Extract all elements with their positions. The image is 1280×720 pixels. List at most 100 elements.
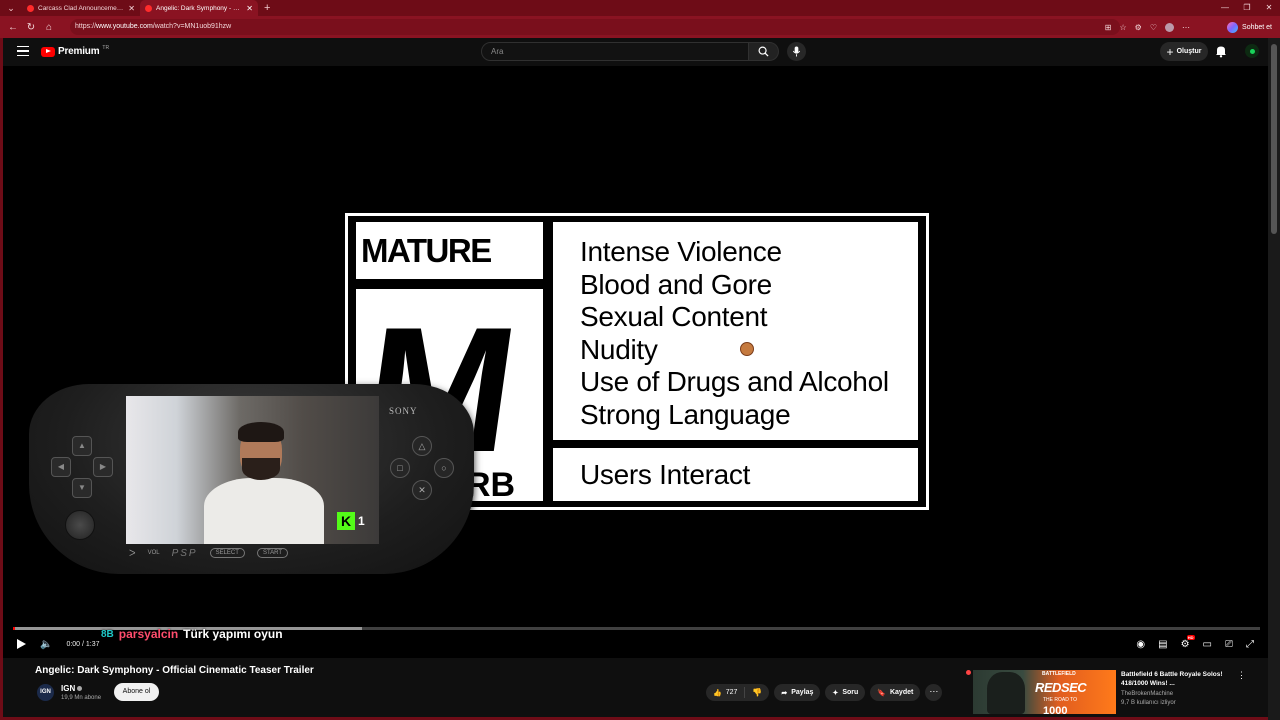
- youtube-premium-logo[interactable]: Premium TR: [41, 44, 110, 57]
- thumb-sub: THE ROAD TO: [1043, 697, 1077, 703]
- profile-avatar[interactable]: [1165, 22, 1174, 32]
- triangle-button-icon: △: [412, 436, 432, 456]
- minimize-icon[interactable]: —: [1214, 0, 1236, 16]
- url-path: /watch?v=MN1uob91hzw: [152, 23, 232, 30]
- recommended-channel[interactable]: TheBrokenMachine: [1121, 691, 1173, 697]
- home-icon[interactable]: ⌂: [40, 22, 58, 33]
- start-label: START: [256, 548, 289, 558]
- logo-label: Premium: [58, 46, 100, 57]
- save-button[interactable]: 🔖 Kaydet: [870, 684, 921, 701]
- streamer-shirt: [204, 478, 324, 544]
- logo-country: TR: [102, 44, 110, 51]
- search-button[interactable]: [749, 42, 779, 61]
- channel-avatar[interactable]: IGN: [37, 684, 54, 701]
- subscribe-button[interactable]: Abone ol: [114, 683, 159, 701]
- video-player[interactable]: MATURE 17+ M RB Intense Violence Blood a…: [3, 66, 1268, 658]
- dislike-button[interactable]: 👎: [745, 688, 769, 697]
- more-options-button[interactable]: ⋯: [925, 684, 943, 701]
- back-arrow-icon[interactable]: ←: [4, 22, 22, 33]
- more-menu-icon[interactable]: ⋯: [1182, 23, 1190, 32]
- chat-button[interactable]: Sohbet et: [1227, 20, 1272, 34]
- browser-tab-angelic[interactable]: Angelic: Dark Symphony - Official ✕: [140, 0, 258, 16]
- url-prefix: https://: [75, 23, 97, 30]
- menu-hamburger-icon[interactable]: [17, 46, 29, 56]
- scrollbar-thumb[interactable]: [1271, 44, 1277, 234]
- recommended-thumbnail[interactable]: BATTLEFIELD REDSEC THE ROAD TO 1000: [973, 670, 1116, 714]
- share-label: Paylaş: [791, 689, 814, 696]
- browser-toolbar: ← ↻ ⌂ https://www.youtube.com/watch?v=MN…: [0, 16, 1280, 38]
- kebab-menu-icon[interactable]: ⋮: [1237, 670, 1246, 681]
- thumb-num: 1000: [1043, 705, 1068, 714]
- volume-icon[interactable]: 🔈: [40, 639, 52, 650]
- chat-label: Sohbet et: [1242, 23, 1272, 31]
- close-icon[interactable]: ✕: [128, 4, 135, 13]
- circle-button-icon: ○: [434, 458, 454, 478]
- maximize-icon[interactable]: ❐: [1236, 0, 1258, 16]
- cast-icon[interactable]: ⎚: [1225, 639, 1233, 650]
- like-button[interactable]: 👍 727: [706, 687, 746, 698]
- chat-text: Türk yapımı oyun: [183, 627, 283, 641]
- recommended-title[interactable]: Battlefield 6 Battle Royale Solos! 418/1…: [1121, 670, 1233, 688]
- account-avatar[interactable]: [1245, 44, 1259, 58]
- thumbs-up-icon: 👍: [713, 689, 722, 697]
- extension-icon[interactable]: ⚙: [1135, 23, 1142, 32]
- app-window: ⌄ Carcass Clad Announcement Traile ✕ Ang…: [0, 0, 1280, 720]
- dpad-right-icon: ▶: [93, 457, 113, 477]
- share-button[interactable]: ➦ Paylaş: [774, 684, 821, 701]
- page-scrollbar[interactable]: [1268, 38, 1280, 720]
- notifications-bell-icon[interactable]: [1214, 44, 1228, 58]
- autoplay-toggle-icon[interactable]: ◉: [1136, 639, 1145, 650]
- verified-badge-icon: [77, 686, 83, 691]
- cross-button-icon: ✕: [412, 480, 432, 500]
- playstation-logo-icon: ᐳ: [129, 547, 136, 558]
- analog-stick: [65, 510, 95, 540]
- descriptor: Sexual Content: [580, 301, 768, 333]
- subscriber-count: 19,9 Mn abone: [61, 695, 102, 701]
- like-count: 727: [725, 689, 738, 696]
- theater-mode-icon[interactable]: ▭: [1203, 639, 1212, 650]
- search-input[interactable]: Ara: [481, 42, 749, 61]
- psp-bottom-bar: ᐳ VOL PSP SELECT START: [129, 546, 379, 560]
- ask-button[interactable]: ✦ Soru: [825, 684, 866, 701]
- player-controls-right: ◉ ▤ ⚙ HD ▭ ⎚ ⤢: [1136, 634, 1254, 651]
- kick-badge: K 1: [337, 512, 365, 530]
- bookmark-star-icon[interactable]: ☆: [1119, 23, 1126, 32]
- copilot-icon: [1227, 21, 1239, 33]
- interactive-elements: Users Interact: [553, 448, 918, 501]
- youtube-favicon-icon: [27, 4, 34, 12]
- create-button[interactable]: + Oluştur: [1160, 42, 1208, 61]
- thumbnail-soldier: [987, 672, 1025, 714]
- thumbs-down-icon: 👎: [752, 688, 763, 697]
- voice-search-button[interactable]: [787, 42, 806, 61]
- address-bar[interactable]: https://www.youtube.com/watch?v=MN1uob91…: [70, 19, 1120, 35]
- square-button-icon: □: [390, 458, 410, 478]
- video-info: Angelic: Dark Symphony - Official Cinema…: [3, 658, 1268, 720]
- ask-label: Soru: [842, 689, 859, 696]
- streamer-hair: [238, 422, 284, 442]
- new-tab-plus-icon[interactable]: +: [264, 2, 270, 14]
- fullscreen-icon[interactable]: ⤢: [1246, 639, 1254, 650]
- rating-title: MATURE 17+: [356, 222, 543, 326]
- install-app-icon[interactable]: ⊞: [1105, 23, 1112, 32]
- streamer-beard: [242, 458, 280, 480]
- descriptor: Strong Language: [580, 398, 791, 430]
- subtitles-icon[interactable]: ▤: [1158, 639, 1167, 650]
- close-icon[interactable]: ✕: [246, 4, 253, 13]
- recommended-video[interactable]: BATTLEFIELD REDSEC THE ROAD TO 1000 Batt…: [963, 668, 1263, 716]
- tab-list-chevron-icon[interactable]: ⌄: [0, 0, 22, 16]
- vol-label: VOL: [147, 550, 160, 556]
- browser-tab-carcass[interactable]: Carcass Clad Announcement Traile ✕: [22, 0, 140, 16]
- close-window-icon[interactable]: ✕: [1258, 0, 1280, 16]
- dpad: ▲ ◀ ▶ ▼: [51, 436, 113, 498]
- channel-name: IGN: [61, 684, 76, 693]
- play-icon[interactable]: [17, 639, 26, 649]
- channel-name-wrap[interactable]: IGN: [61, 684, 83, 693]
- descriptor: Intense Violence: [580, 236, 782, 267]
- dpad-left-icon: ◀: [51, 457, 71, 477]
- sony-brand: SONY: [389, 406, 418, 416]
- psp-webcam-overlay: SONY ▲ ◀ ▶ ▼ △ □ ○ ✕ K 1 ᐳ VOL PSP SELEC…: [29, 384, 474, 578]
- url-host: www.youtube.com: [96, 23, 153, 30]
- favorites-icon[interactable]: ♡: [1150, 23, 1157, 32]
- reload-icon[interactable]: ↻: [22, 22, 40, 33]
- settings-gear-icon[interactable]: ⚙ HD: [1181, 634, 1195, 650]
